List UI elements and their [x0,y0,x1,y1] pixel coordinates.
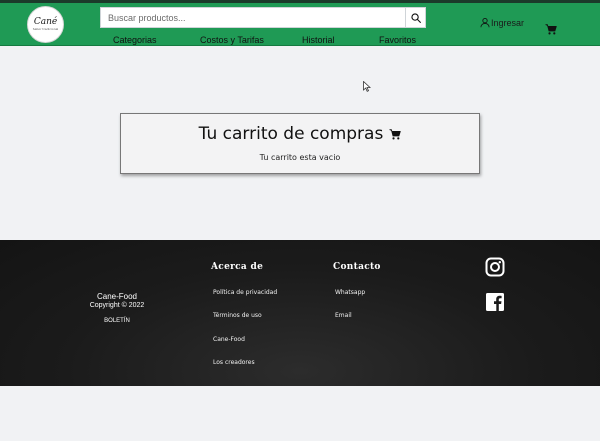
search-icon [410,12,421,23]
cart-title: Tu carrito de compras [198,124,384,144]
cart-icon [389,128,402,139]
instagram-icon [485,257,505,277]
footer-brand-name: Cane-Food [96,292,138,301]
footer-link-creators[interactable]: Los creadores [213,359,255,366]
footer-link-canefood[interactable]: Cane-Food [213,336,245,343]
logo-text: Cané [33,17,58,27]
facebook-link[interactable] [485,292,505,316]
footer-brand: Cane-Food Copyright © 2022 BOLETÍN [86,292,148,324]
footer-link-email[interactable]: Email [335,312,352,319]
cart-panel: Tu carrito de compras Tu carrito esta va… [120,113,480,174]
search-bar [100,7,426,28]
instagram-link[interactable] [485,257,505,281]
facebook-icon [486,293,504,311]
footer-link-whatsapp[interactable]: Whatsapp [335,289,365,296]
nav-item-favoritos[interactable]: Favoritos [379,35,416,45]
nav-item-costos[interactable]: Costos y Tarifas [200,35,264,45]
footer-copyright: Copyright © 2022 [89,302,145,309]
footer-contact-heading: Contacto [333,262,381,272]
search-input[interactable] [101,8,405,27]
user-icon [480,18,490,28]
site-header: Cané Sabor tradicional Ingresar Categori… [0,3,600,46]
footer-contact-column: Contacto Whatsapp Email [333,262,381,319]
footer-about-column: Acerca de Política de privacidad Término… [211,262,277,366]
footer-link-privacy[interactable]: Política de privacidad [213,289,277,296]
footer-link-terms[interactable]: Términos de uso [213,312,262,319]
cart-empty-message: Tu carrito esta vacio [259,153,341,162]
page-bottom-area [0,386,600,441]
cart-icon [545,24,557,35]
mouse-cursor-icon [363,81,371,92]
newsletter-link[interactable]: BOLETÍN [86,318,148,324]
footer-about-heading: Acerca de [211,262,264,272]
login-label: Ingresar [491,17,525,28]
nav-item-categorias[interactable]: Categorias [113,35,157,45]
search-button[interactable] [405,8,425,27]
login-link[interactable]: Ingresar [480,17,524,28]
main-nav: Categorias Costos y Tarifas Historial Fa… [0,35,600,47]
cart-title-row: Tu carrito de compras [121,124,479,144]
nav-item-historial[interactable]: Historial [302,35,335,45]
logo-subtext: Sabor tradicional [32,27,59,31]
site-footer: Cane-Food Copyright © 2022 BOLETÍN Acerc… [0,240,600,386]
